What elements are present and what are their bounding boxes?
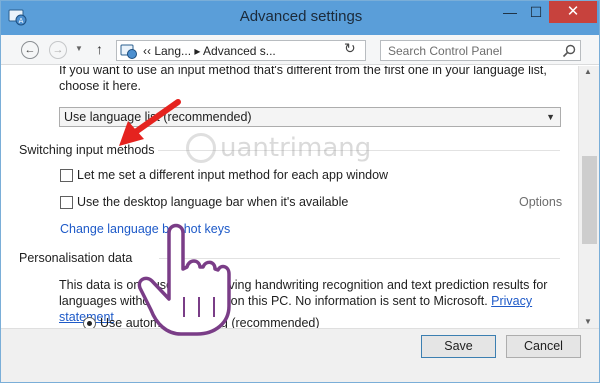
control-panel-icon xyxy=(120,44,137,59)
desktop-bar-label[interactable]: Use the desktop language bar when it's a… xyxy=(77,195,348,209)
personalisation-heading: Personalisation data xyxy=(19,251,133,265)
watermark-text: uantrimang xyxy=(220,133,372,163)
navigation-toolbar: ← → ▼ ↑ ‹‹ Lang... ▸ Advanced s... ▼ ↻ S… xyxy=(1,35,599,65)
back-button[interactable]: ← xyxy=(21,41,39,59)
vertical-scrollbar[interactable]: ▲ ▼ xyxy=(578,66,599,328)
save-button[interactable]: Save xyxy=(421,335,496,358)
settings-content: If you want to use an input method that'… xyxy=(1,66,577,328)
breadcrumb[interactable]: ‹‹ Lang... ▸ Advanced s... xyxy=(143,44,276,58)
address-bar[interactable]: ‹‹ Lang... ▸ Advanced s... ▼ xyxy=(116,40,439,61)
personalisation-text: This data is only used to improving hand… xyxy=(59,278,548,308)
search-placeholder: Search Control Panel xyxy=(388,44,503,58)
per-app-label[interactable]: Let me set a different input method for … xyxy=(77,168,388,182)
per-app-checkbox[interactable] xyxy=(60,169,73,182)
scroll-up-icon[interactable]: ▲ xyxy=(584,67,592,76)
input-method-select[interactable]: Use language list (recommended) ▼ xyxy=(59,107,561,127)
close-button[interactable]: ✕ xyxy=(549,1,597,23)
automatic-learning-label[interactable]: Use automatic learning (recommended) xyxy=(100,316,320,328)
watermark-logo: uantrimang xyxy=(186,131,406,165)
input-method-description: If you want to use an input method that'… xyxy=(59,66,547,93)
dialog-footer: Save Cancel xyxy=(1,328,599,382)
title-bar[interactable]: A Advanced settings — ☐ ✕ xyxy=(1,1,599,35)
section-divider xyxy=(159,258,560,259)
advanced-settings-window: A Advanced settings — ☐ ✕ ← → ▼ ↑ ‹‹ Lan… xyxy=(0,0,600,383)
watermark-q-icon xyxy=(186,133,216,163)
chevron-down-icon: ▼ xyxy=(546,112,555,122)
scroll-down-icon[interactable]: ▼ xyxy=(584,317,592,326)
refresh-button[interactable]: ↻ xyxy=(344,40,356,57)
search-input[interactable]: Search Control Panel xyxy=(380,40,581,61)
minimize-button[interactable]: — xyxy=(496,1,524,23)
maximize-button[interactable]: ☐ xyxy=(522,1,550,23)
input-method-select-value: Use language list (recommended) xyxy=(64,110,252,124)
recent-locations-dropdown[interactable]: ▼ xyxy=(75,44,83,53)
options-link[interactable]: Options xyxy=(519,195,562,209)
search-icon xyxy=(562,44,576,58)
up-button[interactable]: ↑ xyxy=(96,41,103,57)
scrollbar-thumb[interactable] xyxy=(582,156,597,244)
forward-button[interactable]: → xyxy=(49,41,67,59)
automatic-learning-radio[interactable] xyxy=(83,317,96,328)
switching-heading: Switching input methods xyxy=(19,143,155,157)
desktop-bar-checkbox[interactable] xyxy=(60,196,73,209)
cancel-button[interactable]: Cancel xyxy=(506,335,581,358)
change-hot-keys-link[interactable]: Change language bar hot keys xyxy=(60,222,230,236)
